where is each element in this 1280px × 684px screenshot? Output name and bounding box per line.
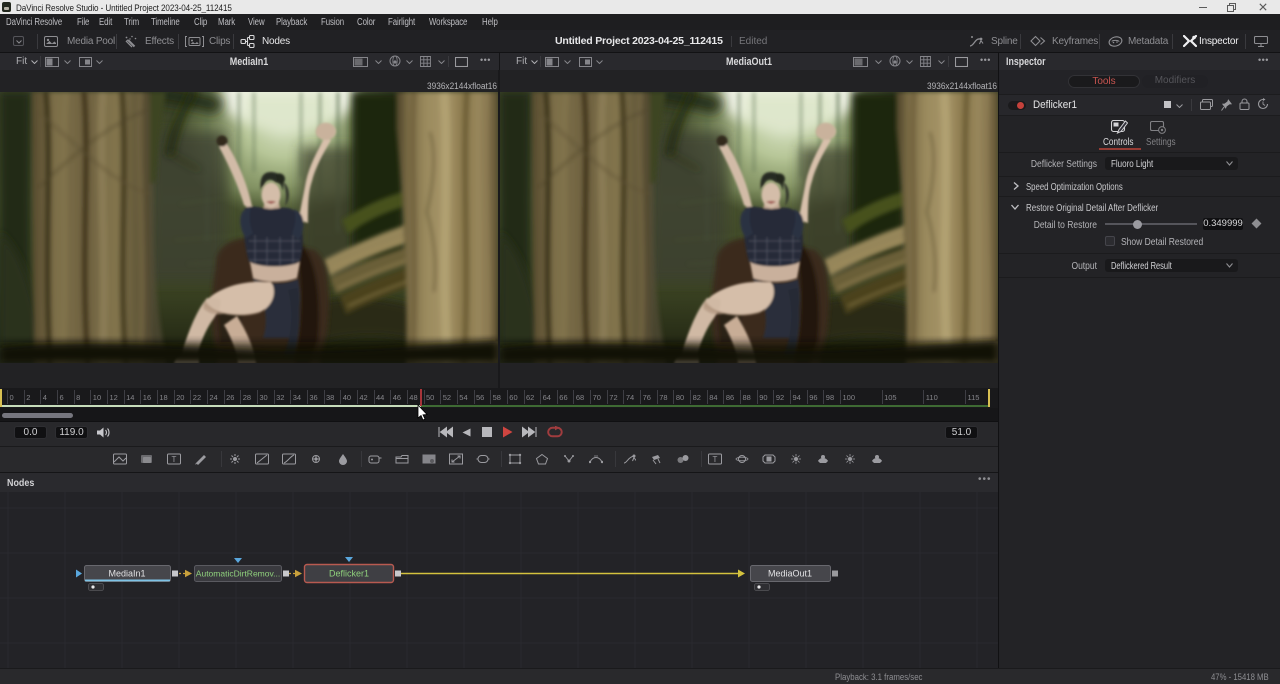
svg-text:Deflicker1: Deflicker1 — [329, 569, 369, 579]
svg-text:MediaOut1: MediaOut1 — [768, 569, 812, 579]
svg-text:MediaIn1: MediaIn1 — [108, 569, 145, 579]
svg-text:T: T — [172, 455, 177, 464]
svg-text:T: T — [713, 455, 718, 464]
svg-text:AutomaticDirtRemov...: AutomaticDirtRemov... — [196, 569, 280, 579]
